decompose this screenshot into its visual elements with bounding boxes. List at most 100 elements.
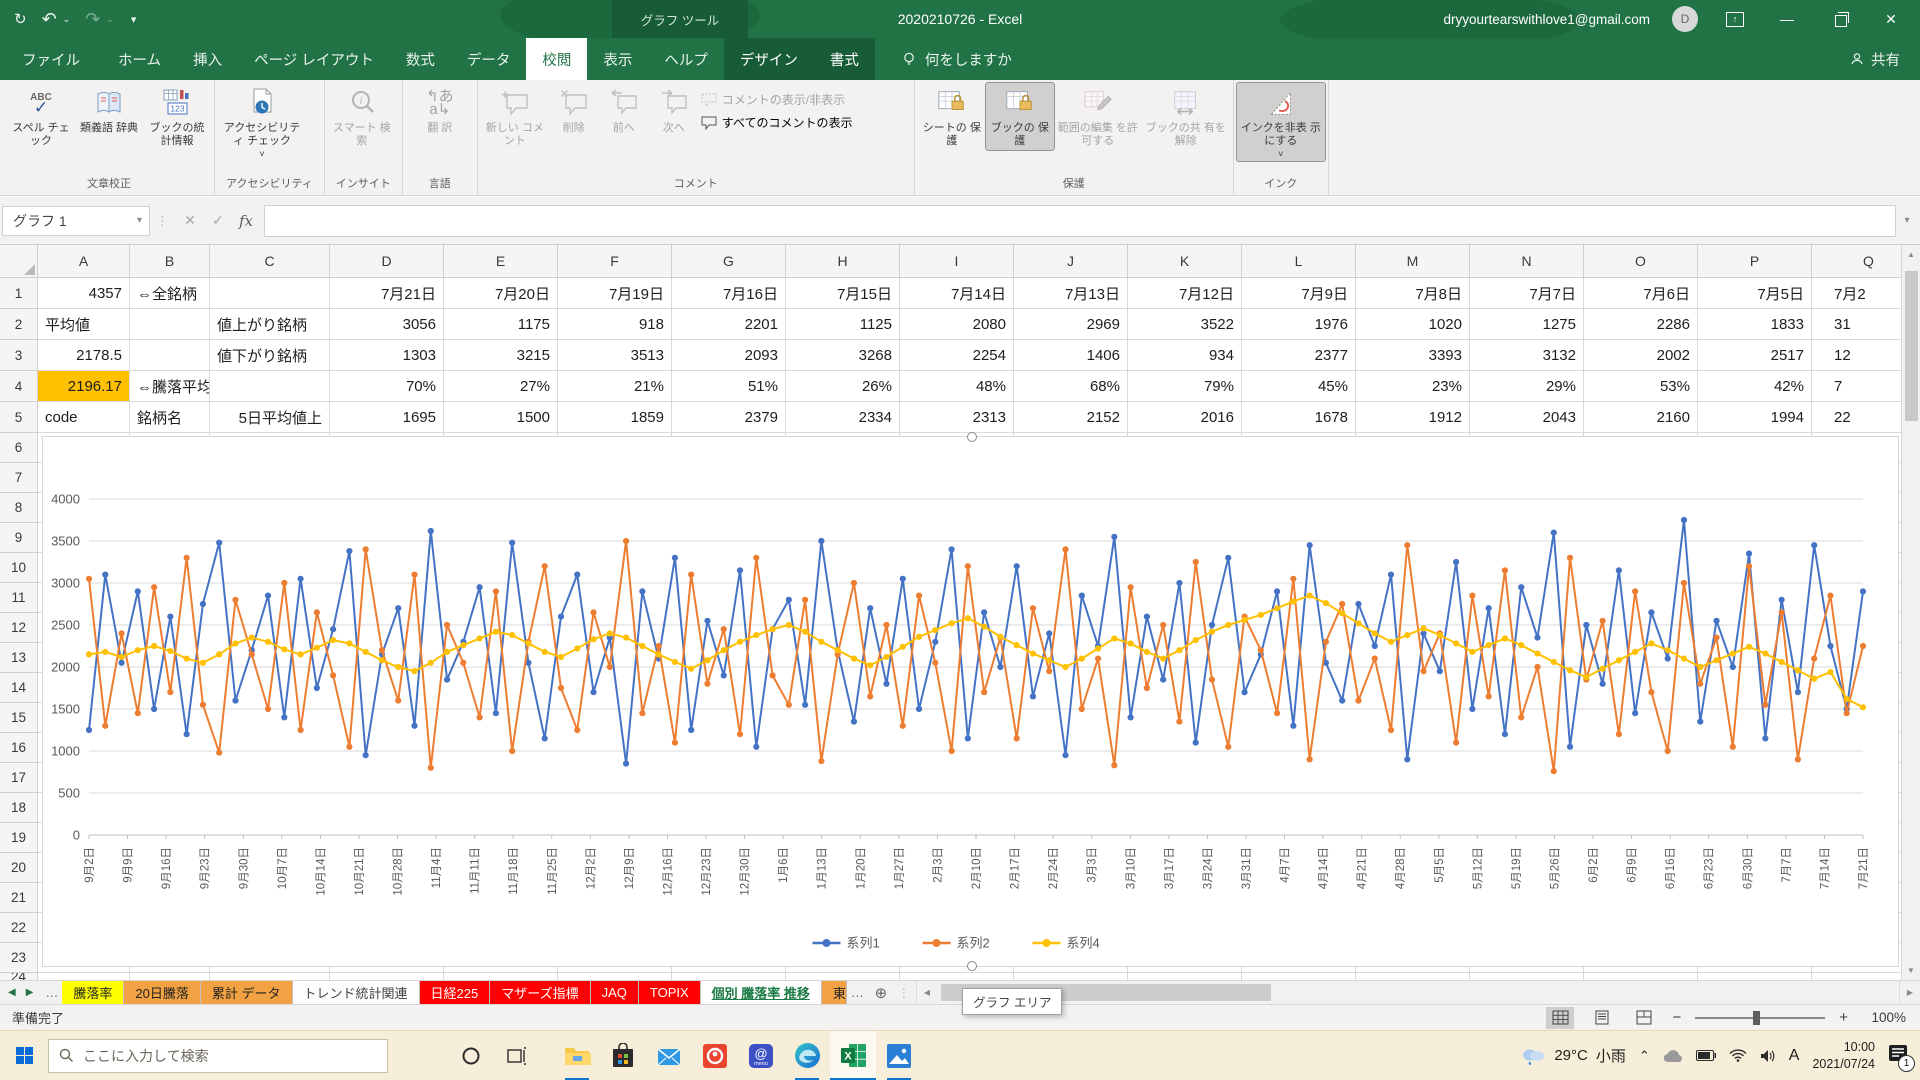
row-header-15[interactable]: 15 <box>0 703 38 733</box>
row-header-2[interactable]: 2 <box>0 309 38 340</box>
show-all-comments-button[interactable]: すべてのコメントの表示 <box>701 114 853 131</box>
scroll-down-icon[interactable]: ▼ <box>1902 961 1920 980</box>
grid-cell-A24[interactable] <box>38 973 130 980</box>
grid-cell-M5[interactable]: 1912 <box>1356 402 1470 433</box>
thesaurus-button[interactable]: 類義語 辞典 <box>75 83 143 137</box>
taskbar-search-input[interactable]: ここに入力して検索 <box>48 1039 388 1073</box>
sheet-tab-TOPIX[interactable]: TOPIX <box>639 981 701 1004</box>
account-email[interactable]: dryyourtearswithlove1@gmail.com <box>1443 12 1650 27</box>
grid-cell-D24[interactable] <box>330 973 444 980</box>
grid-cell-N1[interactable]: 7月7日 <box>1470 278 1584 309</box>
grid-cell-H1[interactable]: 7月15日 <box>786 278 900 309</box>
sheet-tab-20日騰落[interactable]: 20日騰落 <box>124 981 200 1004</box>
grid-cell-G4[interactable]: 51% <box>672 371 786 402</box>
grid-cell-O5[interactable]: 2160 <box>1584 402 1698 433</box>
grid-cell-C24[interactable] <box>210 973 330 980</box>
tell-me-box[interactable]: 何をしますか <box>901 38 1012 80</box>
row-header-13[interactable]: 13 <box>0 643 38 673</box>
column-header-E[interactable]: E <box>444 245 558 278</box>
row-header-9[interactable]: 9 <box>0 523 38 553</box>
grid-cell-I1[interactable]: 7月14日 <box>900 278 1014 309</box>
row-header-17[interactable]: 17 <box>0 763 38 793</box>
accessibility-check-button[interactable]: アクセシビリティ チェック ˅ <box>218 83 306 161</box>
grid-cell-I4[interactable]: 48% <box>900 371 1014 402</box>
grid-cell-L5[interactable]: 1678 <box>1242 402 1356 433</box>
expand-formula-bar-icon[interactable]: ▾ <box>1896 215 1918 226</box>
grid-cell-B5[interactable]: 銘柄名 <box>130 402 210 433</box>
grid-cell-O4[interactable]: 53% <box>1584 371 1698 402</box>
grid-cell-E3[interactable]: 3215 <box>444 340 558 371</box>
speaker-icon[interactable] <box>1760 1049 1776 1063</box>
normal-view-button[interactable] <box>1546 1007 1574 1029</box>
tab-data[interactable]: データ <box>451 38 527 80</box>
chart-resize-handle-bottom[interactable] <box>967 961 977 971</box>
sheet-nav-left-icon[interactable]: ◀ <box>8 987 16 998</box>
edge-button[interactable] <box>784 1031 830 1080</box>
sheet-overflow-left[interactable]: … <box>41 981 62 1004</box>
grid-cell-J4[interactable]: 68% <box>1014 371 1128 402</box>
sheet-nav-right-icon[interactable]: ▶ <box>26 987 34 998</box>
grid-cell-P4[interactable]: 42% <box>1698 371 1812 402</box>
grid-cell-C5[interactable]: 5日平均値上 <box>210 402 330 433</box>
grid-cell-O2[interactable]: 2286 <box>1584 309 1698 340</box>
grid-cell-L2[interactable]: 1976 <box>1242 309 1356 340</box>
zoom-level[interactable]: 100% <box>1862 1010 1906 1025</box>
add-sheet-button[interactable]: ⊕ <box>868 981 894 1004</box>
grid-cell-D4[interactable]: 70% <box>330 371 444 402</box>
grid-cell-I2[interactable]: 2080 <box>900 309 1014 340</box>
grid-cell-F3[interactable]: 3513 <box>558 340 672 371</box>
tab-view[interactable]: 表示 <box>587 38 648 80</box>
grid-cell-D2[interactable]: 3056 <box>330 309 444 340</box>
grid-cell-C4[interactable] <box>210 371 330 402</box>
sheet-tab-東[interactable]: 東 <box>822 981 847 1004</box>
row-header-4[interactable]: 4 <box>0 371 38 402</box>
grid-cell-N5[interactable]: 2043 <box>1470 402 1584 433</box>
row-header-11[interactable]: 11 <box>0 583 38 613</box>
notification-center-button[interactable]: 1 <box>1888 1044 1908 1067</box>
column-header-D[interactable]: D <box>330 245 444 278</box>
close-button[interactable]: ✕ <box>1876 0 1906 38</box>
mail-button[interactable] <box>646 1031 692 1080</box>
sheet-overflow-right[interactable]: … <box>847 981 868 1004</box>
tab-home[interactable]: ホーム <box>102 38 177 80</box>
sheet-tab-騰落率[interactable]: 騰落率 <box>62 981 124 1004</box>
grid-cell-K5[interactable]: 2016 <box>1128 402 1242 433</box>
grid-cell-N4[interactable]: 29% <box>1470 371 1584 402</box>
row-header-5[interactable]: 5 <box>0 402 38 433</box>
legend-item[interactable]: 系列2 <box>957 936 990 951</box>
grid-cell-B3[interactable] <box>130 340 210 371</box>
grid-cell-D1[interactable]: 7月21日 <box>330 278 444 309</box>
grid-cell-A2[interactable]: 平均値 <box>38 309 130 340</box>
scroll-left-icon[interactable]: ◀ <box>916 981 937 1004</box>
grid-cell-J5[interactable]: 2152 <box>1014 402 1128 433</box>
formula-input[interactable] <box>264 205 1896 237</box>
zoom-out-icon[interactable]: − <box>1672 1009 1681 1026</box>
clock[interactable]: 10:00 2021/07/24 <box>1812 1039 1875 1073</box>
scroll-right-icon[interactable]: ▶ <box>1899 981 1920 1004</box>
row-header-22[interactable]: 22 <box>0 913 38 943</box>
wifi-icon[interactable] <box>1729 1049 1747 1062</box>
minimize-button[interactable]: — <box>1772 0 1802 38</box>
column-header-I[interactable]: I <box>900 245 1014 278</box>
tab-help[interactable]: ヘルプ <box>648 38 724 80</box>
row-header-1[interactable]: 1 <box>0 278 38 309</box>
row-header-19[interactable]: 19 <box>0 823 38 853</box>
grid-cell-M1[interactable]: 7月8日 <box>1356 278 1470 309</box>
grid-cell-B4[interactable]: ⇔騰落平均 <box>130 371 210 402</box>
grid-cell-K4[interactable]: 79% <box>1128 371 1242 402</box>
grid-cell-A1[interactable]: 4357 <box>38 278 130 309</box>
row-header-24[interactable]: 24 <box>0 973 38 980</box>
row-header-21[interactable]: 21 <box>0 883 38 913</box>
scroll-up-icon[interactable]: ▲ <box>1902 245 1920 264</box>
grid-cell-H5[interactable]: 2334 <box>786 402 900 433</box>
spelling-button[interactable]: ABC✓ スペル チェック <box>7 83 75 150</box>
row-header-16[interactable]: 16 <box>0 733 38 763</box>
onedrive-icon[interactable] <box>1663 1049 1683 1063</box>
grid-cell-I3[interactable]: 2254 <box>900 340 1014 371</box>
atmenu-app-button[interactable]: @menu <box>738 1031 784 1080</box>
grid-cell-K24[interactable] <box>1128 973 1242 980</box>
grid-cell-K1[interactable]: 7月12日 <box>1128 278 1242 309</box>
grid-cell-L1[interactable]: 7月9日 <box>1242 278 1356 309</box>
grid-cell-G24[interactable] <box>672 973 786 980</box>
column-header-N[interactable]: N <box>1470 245 1584 278</box>
